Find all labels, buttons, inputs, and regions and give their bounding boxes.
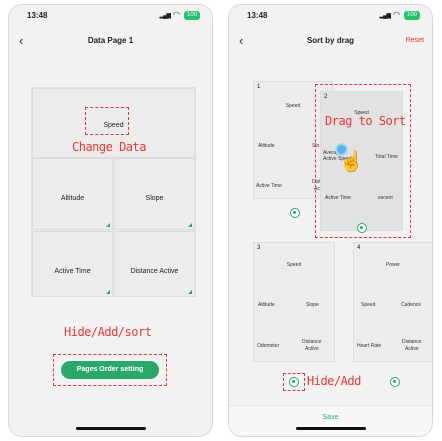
wifi-icon: ◠	[173, 10, 180, 19]
page-title: Sort by drag	[306, 36, 355, 45]
hand-pointer-icon: ☝	[339, 151, 364, 173]
card-field: Slope	[306, 302, 319, 308]
wifi-icon: ◠	[393, 10, 400, 19]
card-field: Distance	[402, 339, 422, 345]
pages-order-setting-button[interactable]: Pages Order setting	[61, 361, 159, 379]
speed-highlight-box	[85, 107, 129, 135]
battery-icon: 100	[404, 11, 420, 20]
battery-icon: 100	[184, 11, 200, 20]
field-slope[interactable]: Slope	[114, 158, 195, 230]
field-active-time-label: Active Time	[54, 268, 91, 275]
save-button[interactable]: Save	[229, 414, 432, 421]
card-number: 3	[257, 245, 261, 251]
home-indicator	[75, 427, 146, 430]
reset-button[interactable]: Reset	[406, 37, 424, 44]
page-card-4[interactable]: 4 Power Speed Cadence Heart Rate Distanc…	[353, 242, 432, 362]
card-field: Cadence	[401, 302, 422, 308]
page-title: Data Page 1	[87, 36, 134, 45]
card-field: Power	[385, 262, 401, 268]
edit-corner-icon	[106, 223, 110, 227]
sort-by-drag-screen: 13:48 ▂▄▆ ◠ 100 ‹ Sort by drag Reset 1 S…	[228, 4, 433, 437]
annotation-hide-add-sort: Hide/Add/sort	[64, 325, 152, 339]
page-card-3[interactable]: 3 Speed Altitude Slope Odometer Distance…	[253, 242, 335, 362]
card-field: Speed	[286, 262, 302, 268]
card-field: Active	[305, 346, 319, 352]
card-field: Altitude	[258, 302, 275, 308]
card-number: 1	[257, 84, 261, 90]
signal-icon: ▂▄▆	[159, 13, 172, 19]
field-distance-active[interactable]: Distance Active	[114, 231, 195, 297]
field-active-time[interactable]: Active Time	[32, 231, 113, 297]
card-field: Altitude	[258, 143, 275, 149]
field-distance-active-label: Distance Active	[130, 268, 179, 275]
annotation-drag-to-sort: Drag to Sort	[325, 114, 406, 128]
nav-header: ‹ Sort by drag Reset	[229, 33, 432, 53]
field-slope-label: Slope	[145, 195, 164, 202]
status-time: 13:48	[27, 11, 48, 20]
card-field: Active Time	[256, 183, 282, 189]
field-altitude[interactable]: Altitude	[32, 158, 113, 230]
signal-icon: ▂▄▆	[379, 13, 392, 19]
eye-icon[interactable]	[289, 377, 299, 387]
save-bar: Save	[229, 405, 432, 435]
nav-header: ‹ Data Page 1	[9, 33, 212, 53]
data-page-screen: 13:48 ▂▄▆ ◠ 100 ‹ Data Page 1 Speed Alti…	[8, 4, 213, 437]
card-field: Odometer	[257, 343, 280, 349]
status-time: 13:48	[247, 11, 268, 20]
eye-icon[interactable]	[290, 208, 300, 218]
edit-corner-icon	[188, 223, 192, 227]
card-field: Heart Rate	[357, 343, 382, 349]
status-bar: 13:48 ▂▄▆ ◠ 100	[9, 5, 212, 27]
card-number: 4	[357, 245, 361, 251]
annotation-hide-add: Hide/Add	[307, 374, 361, 388]
home-indicator	[295, 427, 366, 430]
edit-corner-icon	[106, 290, 110, 294]
status-bar: 13:48 ▂▄▆ ◠ 100	[229, 5, 432, 27]
field-altitude-label: Altitude	[60, 195, 85, 202]
edit-corner-icon	[188, 290, 192, 294]
card-field: Distance	[302, 339, 322, 345]
eye-icon[interactable]	[390, 377, 400, 387]
card-field: Active	[405, 346, 419, 352]
annotation-change-data: Change Data	[72, 140, 146, 154]
card-field: Speed	[361, 302, 376, 308]
